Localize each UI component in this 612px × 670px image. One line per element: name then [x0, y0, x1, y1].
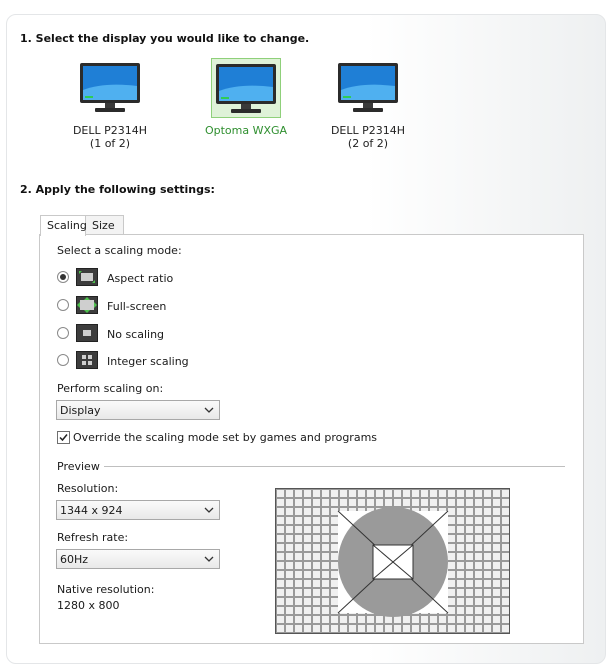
display-name: DELL P2314H: [330, 124, 406, 137]
tab-size[interactable]: Size: [85, 215, 124, 235]
monitor-icon: [80, 63, 140, 112]
preview-divider: [104, 466, 565, 467]
scaling-mode-label: Select a scaling mode:: [57, 244, 182, 257]
step2-heading: 2. Apply the following settings:: [20, 183, 215, 196]
override-checkbox[interactable]: [57, 431, 70, 444]
mode-label[interactable]: Integer scaling: [107, 355, 189, 368]
resolution-label: Resolution:: [57, 482, 119, 495]
chevron-down-icon: [204, 556, 214, 562]
display-name: DELL P2314H: [72, 124, 148, 137]
scaling-preview: [275, 488, 510, 634]
perform-scaling-label: Perform scaling on:: [57, 382, 164, 395]
no-scaling-icon: [76, 324, 98, 342]
chevron-down-icon: [204, 507, 214, 513]
full-screen-icon: [76, 296, 98, 314]
mode-label[interactable]: No scaling: [107, 328, 164, 341]
mode-label[interactable]: Full-screen: [107, 300, 166, 313]
integer-scaling-icon: [76, 351, 98, 369]
refresh-rate-label: Refresh rate:: [57, 531, 129, 544]
override-label[interactable]: Override the scaling mode set by games a…: [73, 431, 377, 444]
chevron-down-icon: [204, 407, 214, 413]
aspect-ratio-icon: [76, 268, 98, 286]
display-dell-2[interactable]: DELL P2314H (2 of 2): [318, 58, 418, 150]
monitor-frame: [211, 58, 281, 118]
checkmark-icon: [59, 434, 68, 442]
select-value: 60Hz: [60, 553, 89, 566]
refresh-rate-select[interactable]: 60Hz: [56, 549, 220, 569]
select-value: 1344 x 924: [60, 504, 123, 517]
monitor-icon: [216, 64, 276, 113]
perform-scaling-select[interactable]: Display: [56, 400, 220, 420]
tab-scaling[interactable]: Scaling: [40, 215, 87, 236]
display-sub: (1 of 2): [89, 137, 131, 150]
radio-integer-scaling[interactable]: [57, 354, 69, 366]
preview-test-pattern: [276, 489, 509, 633]
monitor-frame: [333, 58, 403, 118]
display-dell-1[interactable]: DELL P2314H (1 of 2): [60, 58, 160, 150]
step1-heading: 1. Select the display you would like to …: [20, 32, 310, 45]
radio-full-screen[interactable]: [57, 299, 69, 311]
resolution-select[interactable]: 1344 x 924: [56, 500, 220, 520]
display-optoma[interactable]: Optoma WXGA: [196, 58, 296, 137]
display-name: Optoma WXGA: [204, 124, 288, 137]
preview-title: Preview: [57, 460, 100, 473]
select-value: Display: [60, 404, 101, 417]
native-resolution-label: Native resolution:: [57, 583, 155, 596]
display-sub: (2 of 2): [347, 137, 389, 150]
native-resolution-value: 1280 x 800: [57, 599, 120, 612]
mode-label[interactable]: Aspect ratio: [107, 272, 173, 285]
monitor-icon: [338, 63, 398, 112]
radio-no-scaling[interactable]: [57, 327, 69, 339]
monitor-frame: [75, 58, 145, 118]
radio-aspect-ratio[interactable]: [57, 271, 69, 283]
